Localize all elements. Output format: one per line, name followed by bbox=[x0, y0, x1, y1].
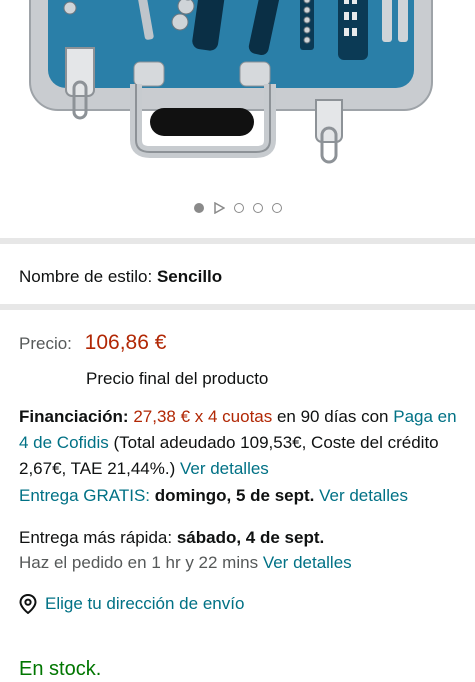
financing-label: Financiación: bbox=[19, 407, 129, 426]
video-play-icon[interactable] bbox=[213, 202, 225, 214]
section-divider bbox=[0, 304, 475, 310]
price-final-note: Precio final del producto bbox=[86, 369, 269, 388]
section-divider bbox=[0, 238, 475, 244]
carousel-dot[interactable] bbox=[252, 203, 263, 213]
stock-status: En stock. bbox=[19, 658, 102, 680]
free-delivery-label: Entrega GRATIS: bbox=[19, 486, 151, 505]
carousel-dot[interactable] bbox=[233, 203, 244, 213]
style-value: Sencillo bbox=[156, 267, 223, 286]
fastest-delivery-label: Entrega más rápida: bbox=[19, 528, 173, 547]
fastest-delivery-row: Entrega más rápida: sábado, 4 de sept. bbox=[19, 527, 324, 549]
price-label: Precio: bbox=[19, 334, 72, 353]
delivery-details-link[interactable]: Ver detalles bbox=[319, 486, 408, 505]
financing-block: Financiación: 27,38 € x 4 cuotas en 90 d… bbox=[19, 404, 459, 482]
financing-term: en 90 días con bbox=[272, 407, 394, 426]
fastest-delivery-date: sábado, 4 de sept. bbox=[176, 528, 325, 547]
carousel-indicators bbox=[0, 200, 475, 216]
location-pin-icon bbox=[19, 594, 37, 614]
order-countdown: Haz el pedido en 1 hr y 22 mins bbox=[19, 553, 259, 572]
fastest-details-link[interactable]: Ver detalles bbox=[263, 553, 352, 572]
financing-amount: 27,38 € x 4 cuotas bbox=[133, 407, 273, 426]
carousel-dot[interactable] bbox=[271, 203, 282, 213]
free-delivery-row: Entrega GRATIS: domingo, 5 de sept. Ver … bbox=[19, 485, 408, 507]
financing-details-link[interactable]: Ver detalles bbox=[180, 459, 269, 478]
price-row: Precio: 106,86 € bbox=[19, 330, 166, 357]
style-label: Nombre de estilo: bbox=[19, 267, 153, 286]
choose-address-link[interactable]: Elige tu dirección de envío bbox=[19, 593, 244, 615]
order-countdown-row: Haz el pedido en 1 hr y 22 mins Ver deta… bbox=[19, 552, 352, 574]
free-delivery-date: domingo, 5 de sept. bbox=[154, 486, 315, 505]
style-name-row: Nombre de estilo: Sencillo bbox=[19, 266, 222, 288]
price-value: 106,86 € bbox=[84, 331, 167, 354]
carousel-dot-active[interactable] bbox=[193, 203, 204, 213]
product-image[interactable] bbox=[0, 0, 475, 190]
tool-case-icon bbox=[29, 0, 433, 164]
choose-address-label: Elige tu dirección de envío bbox=[45, 594, 245, 613]
